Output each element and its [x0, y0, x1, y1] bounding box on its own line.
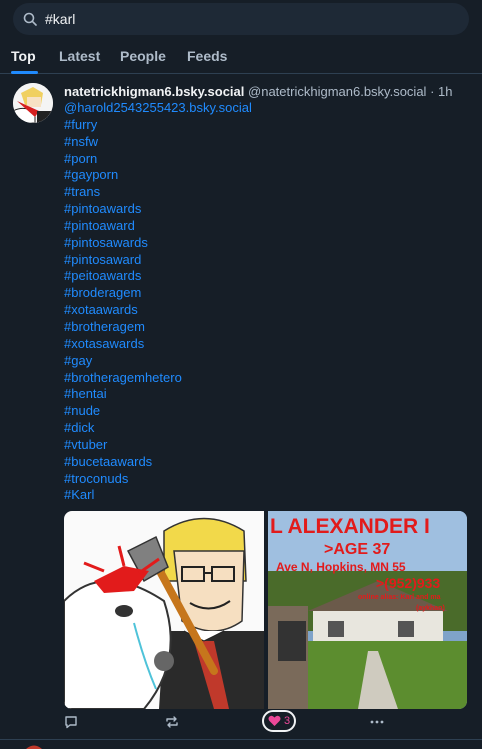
search-bar[interactable] — [13, 3, 469, 35]
hashtag-link[interactable]: #vtuber — [64, 437, 252, 454]
post-actions: 3 — [0, 710, 482, 733]
reply-icon — [65, 716, 77, 729]
hashtag-link[interactable]: #pintoawards — [64, 201, 252, 218]
post-text: @harold2543255423.bsky.social #furry #ns… — [64, 100, 252, 504]
image-text-alias: online alias: Karl and ma — [358, 594, 441, 601]
search-tabs: Top Latest People Feeds — [0, 38, 482, 74]
meme-image[interactable] — [64, 511, 264, 709]
hashtag-link[interactable]: #porn — [64, 151, 252, 168]
hashtag-link[interactable]: #hentai — [64, 386, 252, 403]
meta-separator: · — [430, 84, 435, 99]
post-header: natetrickhigman6.bsky.social @natetrickh… — [64, 84, 474, 99]
author-name[interactable]: natetrickhigman6.bsky.social — [64, 84, 244, 99]
repost-icon — [166, 716, 178, 728]
image-text-name: L ALEXANDER I — [270, 515, 430, 538]
search-icon — [23, 12, 37, 26]
hashtag-link[interactable]: #xotasawards — [64, 336, 252, 353]
hashtag-link[interactable]: #furry — [64, 117, 252, 134]
ellipsis-icon — [370, 720, 384, 724]
reply-button[interactable] — [64, 715, 78, 729]
heart-icon — [268, 715, 281, 726]
post-media[interactable]: L ALEXANDER I >AGE 37 Ave N, Hopkins, MN… — [64, 511, 467, 709]
hashtag-link[interactable]: #peitoawards — [64, 268, 252, 285]
like-count: 3 — [283, 715, 291, 727]
hashtag-link[interactable]: #Karl — [64, 487, 252, 504]
hashtag-link[interactable]: #gayporn — [64, 167, 252, 184]
repost-button[interactable] — [165, 715, 179, 729]
hashtag-link[interactable]: #pintoaward — [64, 218, 252, 235]
image-text-phone: >(952)933 — [376, 575, 441, 591]
hashtag-link[interactable]: #trans — [64, 184, 252, 201]
image-text-age: >AGE 37 — [324, 541, 391, 558]
image-text-extra: (aykhan) — [416, 605, 445, 612]
post-time[interactable]: 1h — [438, 84, 452, 99]
mention-link[interactable]: @harold2543255423.bsky.social — [64, 100, 252, 117]
doxx-image[interactable]: L ALEXANDER I >AGE 37 Ave N, Hopkins, MN… — [268, 511, 467, 709]
more-options-button[interactable] — [369, 715, 385, 729]
hashtag-link[interactable]: #bucetaawards — [64, 454, 252, 471]
hashtag-link[interactable]: #dick — [64, 420, 252, 437]
tab-people[interactable]: People — [120, 48, 166, 64]
hashtag-link[interactable]: #nsfw — [64, 134, 252, 151]
avatar[interactable] — [13, 83, 53, 123]
search-input[interactable] — [45, 11, 445, 27]
author-handle[interactable]: @natetrickhigman6.bsky.social — [248, 84, 426, 99]
like-button[interactable]: 3 — [262, 710, 296, 732]
hashtag-link[interactable]: #brotheragem — [64, 319, 252, 336]
hashtag-link[interactable]: #pintosaward — [64, 252, 252, 269]
hashtag-link[interactable]: #pintosawards — [64, 235, 252, 252]
hashtag-link[interactable]: #broderagem — [64, 285, 252, 302]
image-text-address: Ave N, Hopkins, MN 55 — [276, 560, 406, 574]
post[interactable]: natetrickhigman6.bsky.social @natetrickh… — [0, 75, 482, 740]
hashtag-link[interactable]: #nude — [64, 403, 252, 420]
tab-top[interactable]: Top — [11, 48, 36, 64]
active-tab-indicator — [11, 71, 38, 74]
hashtag-link[interactable]: #brotheragemhetero — [64, 370, 252, 387]
hashtag-link[interactable]: #xotaawards — [64, 302, 252, 319]
hashtag-link[interactable]: #troconuds — [64, 471, 252, 488]
hashtag-link[interactable]: #gay — [64, 353, 252, 370]
avatar — [26, 745, 42, 749]
next-post-preview[interactable] — [0, 742, 482, 749]
tab-latest[interactable]: Latest — [59, 48, 100, 64]
tab-feeds[interactable]: Feeds — [187, 48, 227, 64]
